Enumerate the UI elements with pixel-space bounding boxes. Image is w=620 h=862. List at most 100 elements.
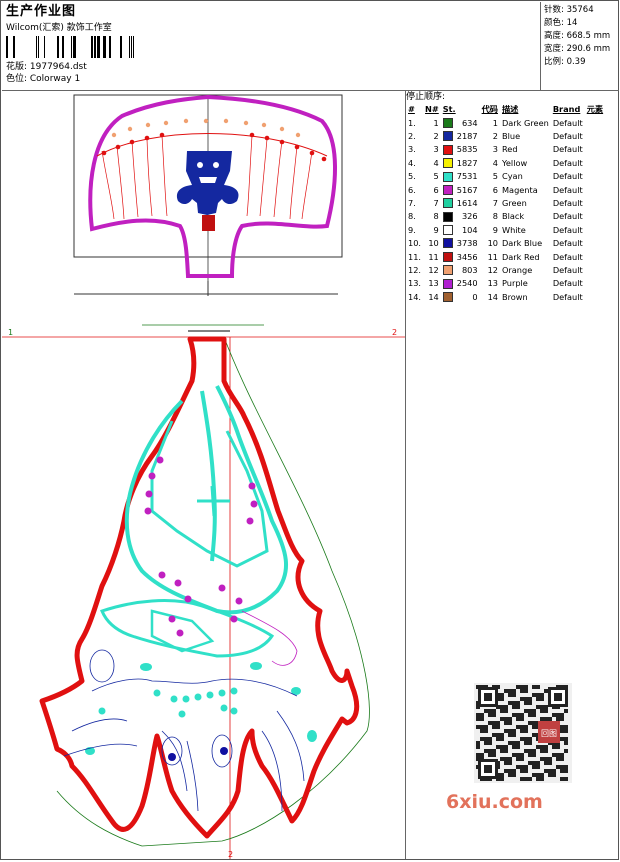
cell-desc: Yellow — [501, 157, 528, 168]
cell-st: 3456 — [456, 251, 478, 262]
swatch-box — [442, 251, 453, 262]
swatch-box — [442, 144, 453, 155]
cell-st: 104 — [461, 224, 478, 235]
cell-brand: Default — [552, 131, 583, 142]
cell-st: 2187 — [456, 131, 478, 142]
color-row: 14. 14 0 14 Brown Default — [406, 290, 605, 303]
cell-st: 7531 — [456, 171, 478, 182]
cell-idx: 14. — [408, 291, 422, 302]
cell-desc: Green — [501, 198, 527, 209]
cell-n: 8 — [433, 211, 439, 222]
color-swatch — [441, 277, 455, 290]
cell-st: 0 — [472, 291, 478, 302]
cell-desc: Black — [501, 211, 525, 222]
cell-idx: 4. — [408, 157, 416, 168]
color-swatch — [441, 290, 455, 303]
cell-n: 5 — [433, 171, 439, 182]
cell-idx: 2. — [408, 131, 416, 142]
cell-brand: Default — [552, 198, 583, 209]
color-swatch — [441, 156, 455, 169]
cell-code: 2 — [492, 131, 498, 142]
color-row: 4. 4 1827 4 Yellow Default — [406, 156, 605, 169]
color-row: 6. 6 5167 6 Magenta Default — [406, 183, 605, 196]
cell-brand: Default — [552, 264, 583, 275]
swatch-box — [442, 278, 453, 289]
swatch-box — [442, 211, 453, 222]
header-cell: Brand — [552, 104, 581, 114]
cell-n: 11 — [428, 251, 439, 262]
cell-idx: 5. — [408, 171, 416, 182]
cell-code: 4 — [492, 157, 498, 168]
cell-st: 326 — [461, 211, 478, 222]
color-row: 12. 12 803 12 Orange Default — [406, 263, 605, 276]
stat-colors: 颜色: 14 — [544, 18, 578, 28]
cell-brand: Default — [552, 211, 583, 222]
stat-scale: 比例: 0.39 — [544, 57, 586, 67]
color-row: 1. 1 634 1 Dark Green Default — [406, 116, 605, 129]
swatch-box — [442, 184, 453, 195]
stat-stitches: 针数: 35764 — [544, 5, 594, 15]
barcode — [6, 36, 134, 58]
color-row: 10. 10 3738 10 Dark Blue Default — [406, 237, 605, 250]
cell-brand: Default — [552, 171, 583, 182]
cell-n: 13 — [428, 278, 439, 289]
cell-n: 10 — [428, 238, 439, 249]
cell-n: 3 — [433, 144, 439, 155]
cell-code: 5 — [492, 171, 498, 182]
cell-idx: 10. — [408, 238, 422, 249]
color-swatch — [441, 170, 455, 183]
cell-st: 3738 — [456, 238, 478, 249]
header-cell: 代码 — [481, 104, 498, 114]
header-cell: # — [408, 104, 415, 114]
color-table: # N# St. 代码 描述 Brand 元素 1. 1 634 1 Dark Green Defau… — [406, 102, 605, 303]
header: 生产作业图 Wilcom(汇索) 款饰工作室 花版: 1977964.dst 色… — [2, 2, 619, 91]
cell-idx: 13. — [408, 278, 422, 289]
cell-idx: 11. — [408, 251, 422, 262]
color-row: 2. 2 2187 2 Blue Default — [406, 129, 605, 142]
cell-code: 7 — [492, 198, 498, 209]
color-swatch — [441, 196, 455, 209]
cell-n: 1 — [433, 117, 439, 128]
cell-st: 5835 — [456, 144, 478, 155]
cell-st: 1827 — [456, 157, 478, 168]
stats-panel: 针数: 35764 颜色: 14 高度: 668.5 mm 宽度: 290.6 … — [540, 2, 619, 90]
color-swatch — [441, 183, 455, 196]
cell-n: 7 — [433, 198, 439, 209]
cell-n: 6 — [433, 184, 439, 195]
cell-desc: Magenta — [501, 184, 538, 195]
embroidery-canvas: 1 2 2 — [2, 94, 405, 859]
marker-2-top: 2 — [392, 328, 397, 337]
marker-1: 1 — [8, 328, 13, 337]
header-cell: 元素 — [586, 104, 604, 114]
cell-brand: Default — [552, 184, 583, 195]
header-cell: N# — [425, 104, 439, 114]
site-watermark: 6xiu.com — [446, 791, 543, 813]
cell-desc: Orange — [501, 264, 533, 275]
page-title: 生产作业图 — [6, 4, 77, 19]
cell-idx: 12. — [408, 264, 422, 275]
cell-st: 1614 — [456, 198, 478, 209]
company-name: Wilcom(汇索) 款饰工作室 — [6, 23, 112, 33]
cell-idx: 9. — [408, 224, 416, 235]
cell-desc: Dark Blue — [501, 238, 543, 249]
swatch-box — [442, 171, 453, 182]
stat-width: 宽度: 290.6 mm — [544, 44, 611, 54]
cell-desc: White — [501, 224, 526, 235]
color-swatch — [441, 116, 455, 129]
cell-brand: Default — [552, 224, 583, 235]
colorway-label: 色位: Colorway 1 — [6, 74, 81, 84]
cell-idx: 3. — [408, 144, 416, 155]
worksheet-frame: 生产作业图 Wilcom(汇索) 款饰工作室 花版: 1977964.dst 色… — [0, 0, 619, 860]
cell-desc: Red — [501, 144, 518, 155]
swatch-box — [442, 131, 453, 142]
cell-desc: Dark Green — [501, 117, 549, 128]
color-swatch — [441, 237, 455, 250]
color-table-body: 1. 1 634 1 Dark Green Default 2. 2 2187 2 Blue Defa… — [406, 116, 605, 303]
cell-brand: Default — [552, 144, 583, 155]
swatch-box — [442, 265, 453, 276]
cell-st: 803 — [461, 264, 478, 275]
cell-st: 2540 — [456, 278, 478, 289]
color-row: 7. 7 1614 7 Green Default — [406, 196, 605, 209]
swatch-box — [442, 198, 453, 209]
cell-code: 14 — [487, 291, 498, 302]
